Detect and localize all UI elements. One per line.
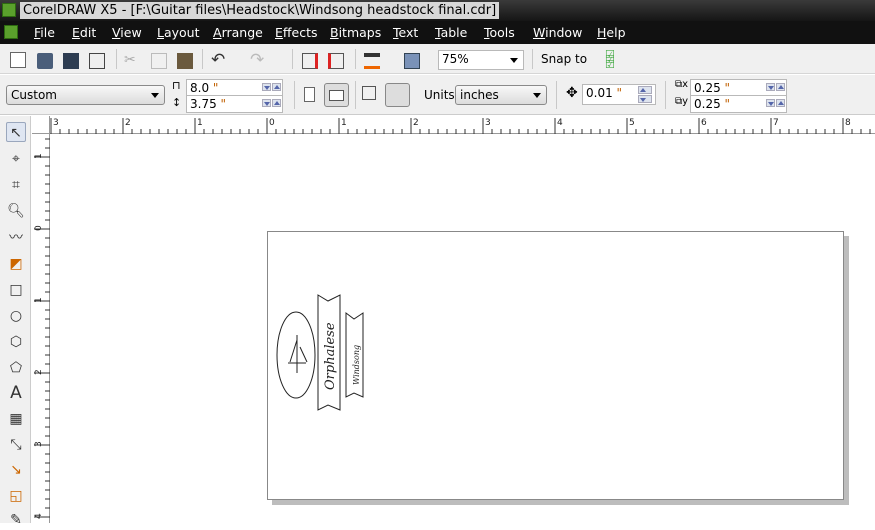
toolbox: ↖ ⌖ ⌗ 🔍︎ 〰 ◩ □ ○ ⬡ ⬠ A ▦ ⤡ ↘ ◱ ✎	[0, 116, 31, 528]
export-icon[interactable]	[328, 53, 344, 69]
ruler-label: 7	[773, 118, 779, 128]
app-icon	[2, 3, 16, 17]
orphalese-text: Orphalese	[323, 322, 338, 390]
units-select[interactable]: inches	[455, 85, 547, 105]
ruler-label: 4	[34, 513, 44, 519]
eyedropper-tool-icon[interactable]: ✎	[6, 510, 26, 530]
blend-tool-icon[interactable]: ◱	[6, 486, 26, 506]
zoom-tool-icon[interactable]: 🔍︎	[6, 201, 26, 221]
standard-toolbar: ✂ ↶ ↷ 75% Snap to ☑ ☑ ☑	[0, 44, 875, 74]
property-bar: Custom ⊓ 8.0 " ↕ 3.75 " Units: inches ✥ …	[0, 75, 875, 115]
snap-options-icon[interactable]: ☑ ☑ ☑	[605, 49, 621, 70]
import-icon[interactable]	[302, 53, 318, 69]
current-page-button[interactable]	[385, 83, 410, 107]
menu-help[interactable]: Help	[597, 25, 626, 40]
crop-tool-icon[interactable]: ⌗	[6, 175, 26, 195]
all-pages-icon[interactable]	[362, 86, 376, 100]
basic-shapes-icon[interactable]: ⬠	[6, 358, 26, 378]
duplicate-y-icon: ⧉y	[675, 96, 689, 107]
pick-tool-icon[interactable]: ↖	[6, 122, 26, 142]
document-icon[interactable]	[4, 25, 18, 39]
menu-arrange[interactable]: Arrange	[213, 25, 263, 40]
menu-bar: File Edit View Layout Arrange Effects Bi…	[0, 21, 875, 44]
paste-icon[interactable]	[177, 53, 193, 69]
ruler-label: 3	[485, 118, 491, 128]
menu-edit[interactable]: Edit	[72, 25, 96, 40]
print-icon[interactable]	[89, 53, 105, 69]
units-label: Units:	[424, 88, 459, 102]
landscape-button[interactable]	[324, 83, 349, 107]
headstock-logo[interactable]: Orphalese Windsong	[270, 285, 380, 420]
rectangle-tool-icon[interactable]: □	[6, 280, 26, 300]
ruler-label: 1	[34, 153, 44, 159]
window-title: CorelDRAW X5 - [F:\Guitar files\Headstoc…	[20, 2, 500, 19]
page-height-input[interactable]: 3.75 "	[186, 95, 283, 113]
page-size-select[interactable]: Custom	[6, 85, 165, 105]
ruler-label: 2	[125, 118, 131, 128]
welcome-screen-icon[interactable]	[404, 53, 420, 69]
title-bar: CorelDRAW X5 - [F:\Guitar files\Headstoc…	[0, 0, 875, 21]
ruler-label: 0	[269, 118, 275, 128]
ruler-label: 4	[557, 118, 563, 128]
dimension-tool-icon[interactable]: ⤡	[6, 435, 26, 455]
ruler-label: 2	[34, 369, 44, 375]
open-icon[interactable]	[37, 53, 53, 69]
ruler-label: 6	[701, 118, 707, 128]
ruler-label: 5	[629, 118, 635, 128]
ruler-label: 1	[341, 118, 347, 128]
menu-file[interactable]: File	[34, 25, 55, 40]
connector-tool-icon[interactable]: ↘	[6, 460, 26, 480]
ruler-label: 8	[845, 118, 851, 128]
text-tool-icon[interactable]: A	[6, 383, 26, 403]
ruler-label: 3	[34, 441, 44, 447]
nudge-distance-input[interactable]: 0.01 "	[582, 84, 656, 105]
smart-fill-icon[interactable]: ◩	[6, 254, 26, 274]
snap-to-dropdown[interactable]: Snap to	[541, 52, 587, 66]
page-height-icon: ↕	[172, 96, 182, 109]
ruler-label: 3	[53, 118, 59, 128]
save-icon[interactable]	[63, 53, 79, 69]
menu-effects[interactable]: Effects	[275, 25, 318, 40]
logo-oval	[276, 311, 316, 399]
redo-icon[interactable]: ↷	[250, 50, 266, 70]
ruler-label: 1	[34, 297, 44, 303]
cut-icon[interactable]: ✂	[124, 52, 140, 68]
ruler-label: 2	[413, 118, 419, 128]
freehand-tool-icon[interactable]: 〰	[6, 228, 26, 248]
menu-tools[interactable]: Tools	[484, 25, 515, 40]
table-tool-icon[interactable]: ▦	[6, 409, 26, 429]
copy-icon[interactable]	[151, 53, 167, 69]
menu-text[interactable]: Text	[393, 25, 418, 40]
horizontal-ruler[interactable]: 3 2 1 0 1 2 3 4 5 6 7 8	[32, 116, 875, 134]
nudge-icon: ✥	[566, 85, 578, 101]
menu-view[interactable]: View	[112, 25, 142, 40]
menu-layout[interactable]: Layout	[157, 25, 200, 40]
duplicate-y-input[interactable]: 0.25 "	[690, 95, 787, 113]
menu-table[interactable]: Table	[435, 25, 467, 40]
new-icon[interactable]	[10, 52, 26, 68]
ruler-label: 0	[34, 225, 44, 231]
ruler-origin[interactable]	[32, 116, 50, 134]
undo-icon[interactable]: ↶	[211, 50, 227, 70]
application-launcher-icon[interactable]	[364, 53, 380, 69]
zoom-level-combo[interactable]: 75%	[438, 50, 524, 70]
shape-tool-icon[interactable]: ⌖	[6, 149, 26, 169]
sailboat-icon	[288, 335, 308, 373]
ruler-label: 1	[197, 118, 203, 128]
menu-window[interactable]: Window	[533, 25, 582, 40]
vertical-ruler[interactable]: 1 0 1 2 3 4	[32, 134, 50, 523]
ellipse-tool-icon[interactable]: ○	[6, 306, 26, 326]
windsong-text: Windsong	[352, 345, 361, 385]
portrait-button[interactable]	[304, 87, 315, 102]
page-width-icon: ⊓	[172, 79, 181, 92]
duplicate-x-icon: ⧉x	[675, 79, 689, 90]
menu-bitmaps[interactable]: Bitmaps	[330, 25, 381, 40]
polygon-tool-icon[interactable]: ⬡	[6, 332, 26, 352]
